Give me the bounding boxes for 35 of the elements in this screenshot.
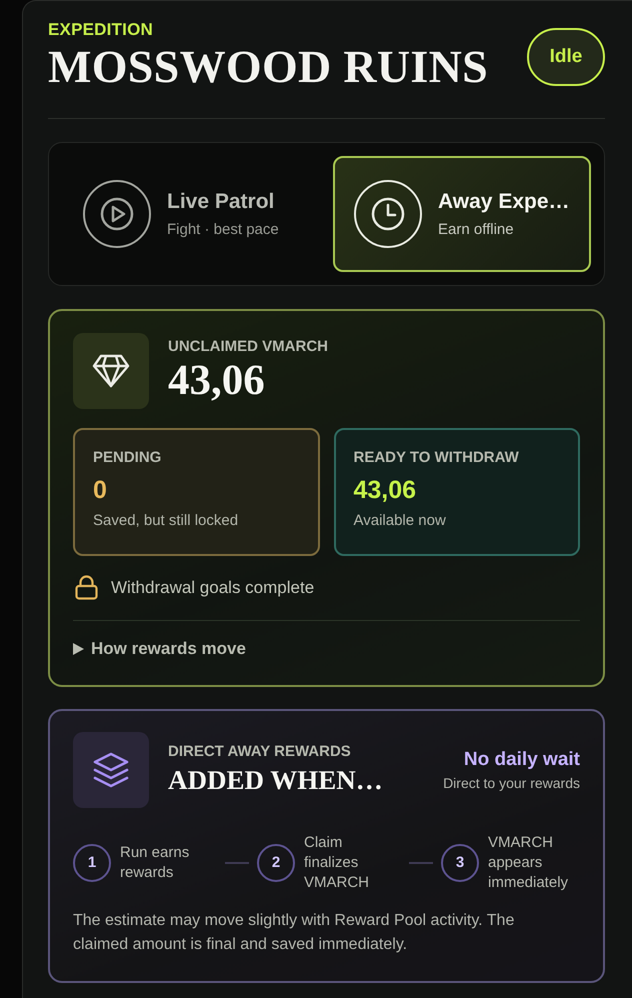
no-wait-note: Direct to your rewards [443, 774, 580, 793]
direct-rewards-label: DIRECT AWAY REWARDS [168, 742, 352, 762]
balance-note: Saved, but still locked [93, 511, 240, 531]
lock-icon [75, 575, 98, 600]
mode-tab[interactable]: Away Expe… Earn offline [333, 156, 591, 272]
step-text: Claim finalizes VMARCH [304, 833, 370, 893]
balance-note: Available now [354, 511, 447, 531]
mode-subtitle: Fight · best pace [167, 220, 279, 240]
balance-label: PENDING [93, 448, 162, 468]
balance-label: READY TO WITHDRAW [354, 448, 520, 468]
balance-value: 0 [93, 475, 108, 506]
direct-rewards-title: ADDED WHEN… [168, 764, 383, 797]
disclosure-triangle-icon [73, 643, 84, 655]
unclaimed-amount: 43,06 [168, 357, 266, 405]
expedition-title: MOSSWOOD RUINS [48, 41, 488, 93]
estimate-note: The estimate may move slightly with Reward Pool activity. The claimed amount is final and saved immediately. [73, 911, 516, 955]
balance-value: 43,06 [354, 475, 418, 506]
mode-tab[interactable]: Live Patrol Fight · best pace [62, 156, 320, 272]
step-connector [409, 862, 433, 864]
no-wait-title: No daily wait [464, 748, 580, 772]
step-connector [225, 862, 249, 864]
step-number: 3 [441, 844, 479, 882]
step-number: 2 [257, 844, 295, 882]
mode-subtitle: Earn offline [438, 220, 515, 240]
eyebrow-label: EXPEDITION [48, 19, 154, 41]
status-pill: Idle [527, 28, 605, 86]
step-text: Run earns rewards [120, 843, 190, 883]
layers-icon [73, 732, 149, 808]
mode-title: Away Expe… [438, 188, 570, 214]
unclaimed-label: UNCLAIMED VMARCH [168, 337, 328, 357]
goal-status-text: Withdrawal goals complete [111, 576, 314, 598]
step-number: 1 [73, 844, 111, 882]
mode-title: Live Patrol [167, 188, 276, 214]
step-text: VMARCH appears immediately [488, 833, 570, 893]
how-rewards-move-toggle[interactable]: How rewards move [73, 637, 246, 661]
